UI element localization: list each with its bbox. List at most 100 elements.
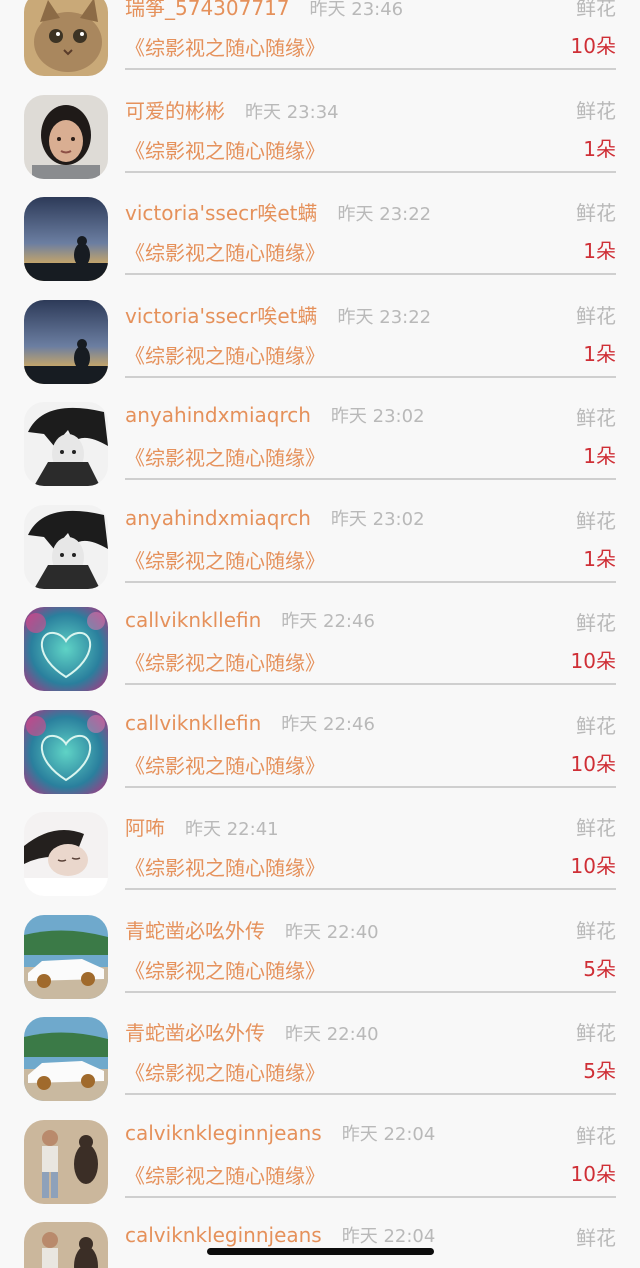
gift-count: 1朵 xyxy=(583,136,616,161)
row-divider xyxy=(125,1093,616,1095)
gift-count: 1朵 xyxy=(583,341,616,366)
heart-bokeh-avatar[interactable] xyxy=(24,709,108,794)
row-header: 瑞筝_574307717 昨天 23:46 xyxy=(125,0,403,20)
gift-type-label: 鲜花 xyxy=(576,1226,616,1250)
gift-type-label: 鲜花 xyxy=(576,611,616,635)
user-name[interactable]: victoria'ssecr唉et螨 xyxy=(125,300,318,329)
gift-record-row[interactable]: 可爱的彬彬 昨天 23:34 鲜花《综影视之随心随缘》 1朵 xyxy=(0,85,640,188)
gift-record-row[interactable]: 青蛇凿必吆外传 昨天 22:40 鲜花 《综影视之随心随缘》 5朵 xyxy=(0,905,640,1008)
user-name[interactable]: anyahindxmiaqrch xyxy=(125,506,311,530)
man-with-dog-avatar[interactable] xyxy=(24,1119,108,1204)
work-title[interactable]: 《综影视之随心随缘》 xyxy=(125,1160,325,1189)
gift-count: 1朵 xyxy=(583,239,616,263)
work-title[interactable]: 《综影视之随心随缘》 xyxy=(125,647,325,676)
gift-type-label: 鲜花 xyxy=(576,303,616,328)
work-title[interactable]: 《综影视之随心随缘》 xyxy=(125,545,325,574)
gift-type-label: 鲜花 xyxy=(576,98,616,123)
gift-count: 10朵 xyxy=(570,1161,616,1186)
work-title[interactable]: 《综影视之随心随缘》 xyxy=(125,750,325,779)
home-indicator[interactable] xyxy=(207,1248,434,1255)
row-header: 阿咘 昨天 22:41 xyxy=(125,812,279,840)
work-title[interactable]: 《综影视之随心随缘》 xyxy=(125,237,325,266)
user-name[interactable]: 青蛇凿必吆外传 xyxy=(125,1017,265,1046)
girl-portrait-avatar[interactable] xyxy=(24,94,108,179)
user-name[interactable]: 瑞筝_574307717 xyxy=(125,0,290,21)
user-name[interactable]: callviknkllefin xyxy=(125,711,261,735)
kitten-avatar[interactable] xyxy=(24,0,108,76)
gift-count: 1朵 xyxy=(583,546,616,571)
row-header: 青蛇凿必吆外传 昨天 22:40 xyxy=(125,915,379,943)
row-header: victoria'ssecr唉et螨 昨天 23:22 xyxy=(125,197,431,225)
row-divider xyxy=(125,990,616,993)
gift-count: 5朵 xyxy=(583,956,616,981)
user-name[interactable]: 阿咘 xyxy=(125,812,165,841)
timestamp: 昨天 23:02 xyxy=(330,406,425,427)
timestamp: 昨天 22:41 xyxy=(185,819,279,840)
gift-record-row[interactable]: 青蛇凿必吆外传 昨天 22:40 鲜花 《综影视之随心随缘》 5朵 xyxy=(0,1007,640,1110)
row-header: callviknkllefin 昨天 22:46 xyxy=(125,710,375,738)
gift-type-label: 鲜花 xyxy=(576,406,616,430)
man-with-dog-avatar[interactable] xyxy=(24,1222,108,1268)
timestamp: 昨天 22:04 xyxy=(341,1226,436,1247)
anime-boy-avatar[interactable] xyxy=(24,402,108,486)
row-divider xyxy=(125,1195,616,1198)
user-name[interactable]: victoria'ssecr唉et螨 xyxy=(125,197,318,226)
work-title[interactable]: 《综影视之随心随缘》 xyxy=(125,32,325,61)
work-title[interactable]: 《综影视之随心随缘》 xyxy=(125,135,325,164)
user-name[interactable]: calviknkleginnjeans xyxy=(125,1121,322,1145)
gift-type-label: 鲜花 xyxy=(576,816,616,840)
row-header: calviknkleginnjeans 昨天 22:04 xyxy=(125,1120,435,1148)
timestamp: 昨天 23:34 xyxy=(245,101,339,123)
gift-type-label: 鲜花 xyxy=(576,0,616,20)
gift-count: 10朵 xyxy=(570,751,616,776)
user-name[interactable]: 可爱的彬彬 xyxy=(125,95,225,124)
gift-record-row[interactable]: victoria'ssecr唉et螨 昨天 23:22 鲜花《综影视之随心随缘》 1朵 xyxy=(0,290,640,393)
gift-count: 1朵 xyxy=(583,444,616,468)
white-car-avatar[interactable] xyxy=(24,1017,108,1101)
row-header: victoria'ssecr唉et螨 昨天 23:22 xyxy=(125,300,431,328)
row-divider xyxy=(125,785,616,788)
gift-record-row[interactable]: callviknkllefin 昨天 22:46 鲜花 《综影视之随心随缘》 10朵 xyxy=(0,597,640,700)
anime-boy-avatar[interactable] xyxy=(24,504,108,589)
timestamp: 昨天 23:02 xyxy=(330,508,425,530)
timestamp: 昨天 23:22 xyxy=(337,204,432,225)
gift-record-row[interactable]: calviknkleginnjeans 昨天 22:04 鲜花《综影视之随心随缘》 1… xyxy=(0,1110,640,1213)
row-divider xyxy=(125,273,616,275)
sunset-silhouette-avatar[interactable] xyxy=(24,197,108,281)
gift-type-label: 鲜花 xyxy=(576,1123,616,1148)
gift-record-row[interactable]: calviknkleginnjeans 昨天 22:04 鲜花 xyxy=(0,1212,640,1268)
gift-record-row[interactable]: victoria'ssecr唉et螨 昨天 23:22 鲜花《综影视之随心随缘》 1朵 xyxy=(0,187,640,290)
gift-record-row[interactable]: 阿咘 昨天 22:41 鲜花《综影视之随心随缘》 10朵 xyxy=(0,802,640,905)
gift-record-row[interactable]: 瑞筝_574307717 昨天 23:46 鲜花《综影视之随心随缘》 10朵 xyxy=(0,0,640,85)
user-name[interactable]: calviknkleginnjeans xyxy=(125,1223,322,1247)
row-divider xyxy=(125,170,616,173)
gift-type-label: 鲜花 xyxy=(576,1021,616,1045)
gift-record-row[interactable]: anyahindxmiaqrch 昨天 23:02 鲜花《综影视之随心随缘》 1朵 xyxy=(0,495,640,598)
work-title[interactable]: 《综影视之随心随缘》 xyxy=(125,442,325,471)
work-title[interactable]: 《综影视之随心随缘》 xyxy=(125,340,325,369)
row-header: 可爱的彬彬 昨天 23:34 xyxy=(125,95,339,123)
gift-count: 10朵 xyxy=(570,854,616,878)
gift-count: 10朵 xyxy=(570,34,616,58)
work-title[interactable]: 《综影视之随心随缘》 xyxy=(125,1057,325,1086)
sleeping-boy-avatar[interactable] xyxy=(24,812,108,896)
gift-record-row[interactable]: anyahindxmiaqrch 昨天 23:02 鲜花《综影视之随心随缘》 1朵 xyxy=(0,392,640,495)
row-divider xyxy=(125,888,616,890)
work-title[interactable]: 《综影视之随心随缘》 xyxy=(125,852,325,881)
work-title[interactable]: 《综影视之随心随缘》 xyxy=(125,955,325,984)
timestamp: 昨天 23:46 xyxy=(309,0,404,20)
row-header: anyahindxmiaqrch 昨天 23:02 xyxy=(125,402,425,430)
user-name[interactable]: 青蛇凿必吆外传 xyxy=(125,915,265,944)
user-name[interactable]: anyahindxmiaqrch xyxy=(125,403,311,427)
user-name[interactable]: callviknkllefin xyxy=(125,608,261,632)
row-header: calviknkleginnjeans 昨天 22:04 xyxy=(125,1222,435,1250)
sunset-silhouette-avatar[interactable] xyxy=(24,299,108,384)
timestamp: 昨天 22:46 xyxy=(281,713,375,735)
gift-type-label: 鲜花 xyxy=(576,508,616,533)
white-car-avatar[interactable] xyxy=(24,914,108,999)
gift-record-list: 瑞筝_574307717 昨天 23:46 鲜花 《综影视之随心随缘》 10朵 可爱的彬彬… xyxy=(0,0,640,1268)
gift-record-row[interactable]: callviknkllefin 昨天 22:46 鲜花 《综影视之随心随缘》 10朵 xyxy=(0,700,640,803)
gift-type-label: 鲜花 xyxy=(576,201,616,225)
heart-bokeh-avatar[interactable] xyxy=(24,607,108,691)
row-divider xyxy=(125,68,616,70)
